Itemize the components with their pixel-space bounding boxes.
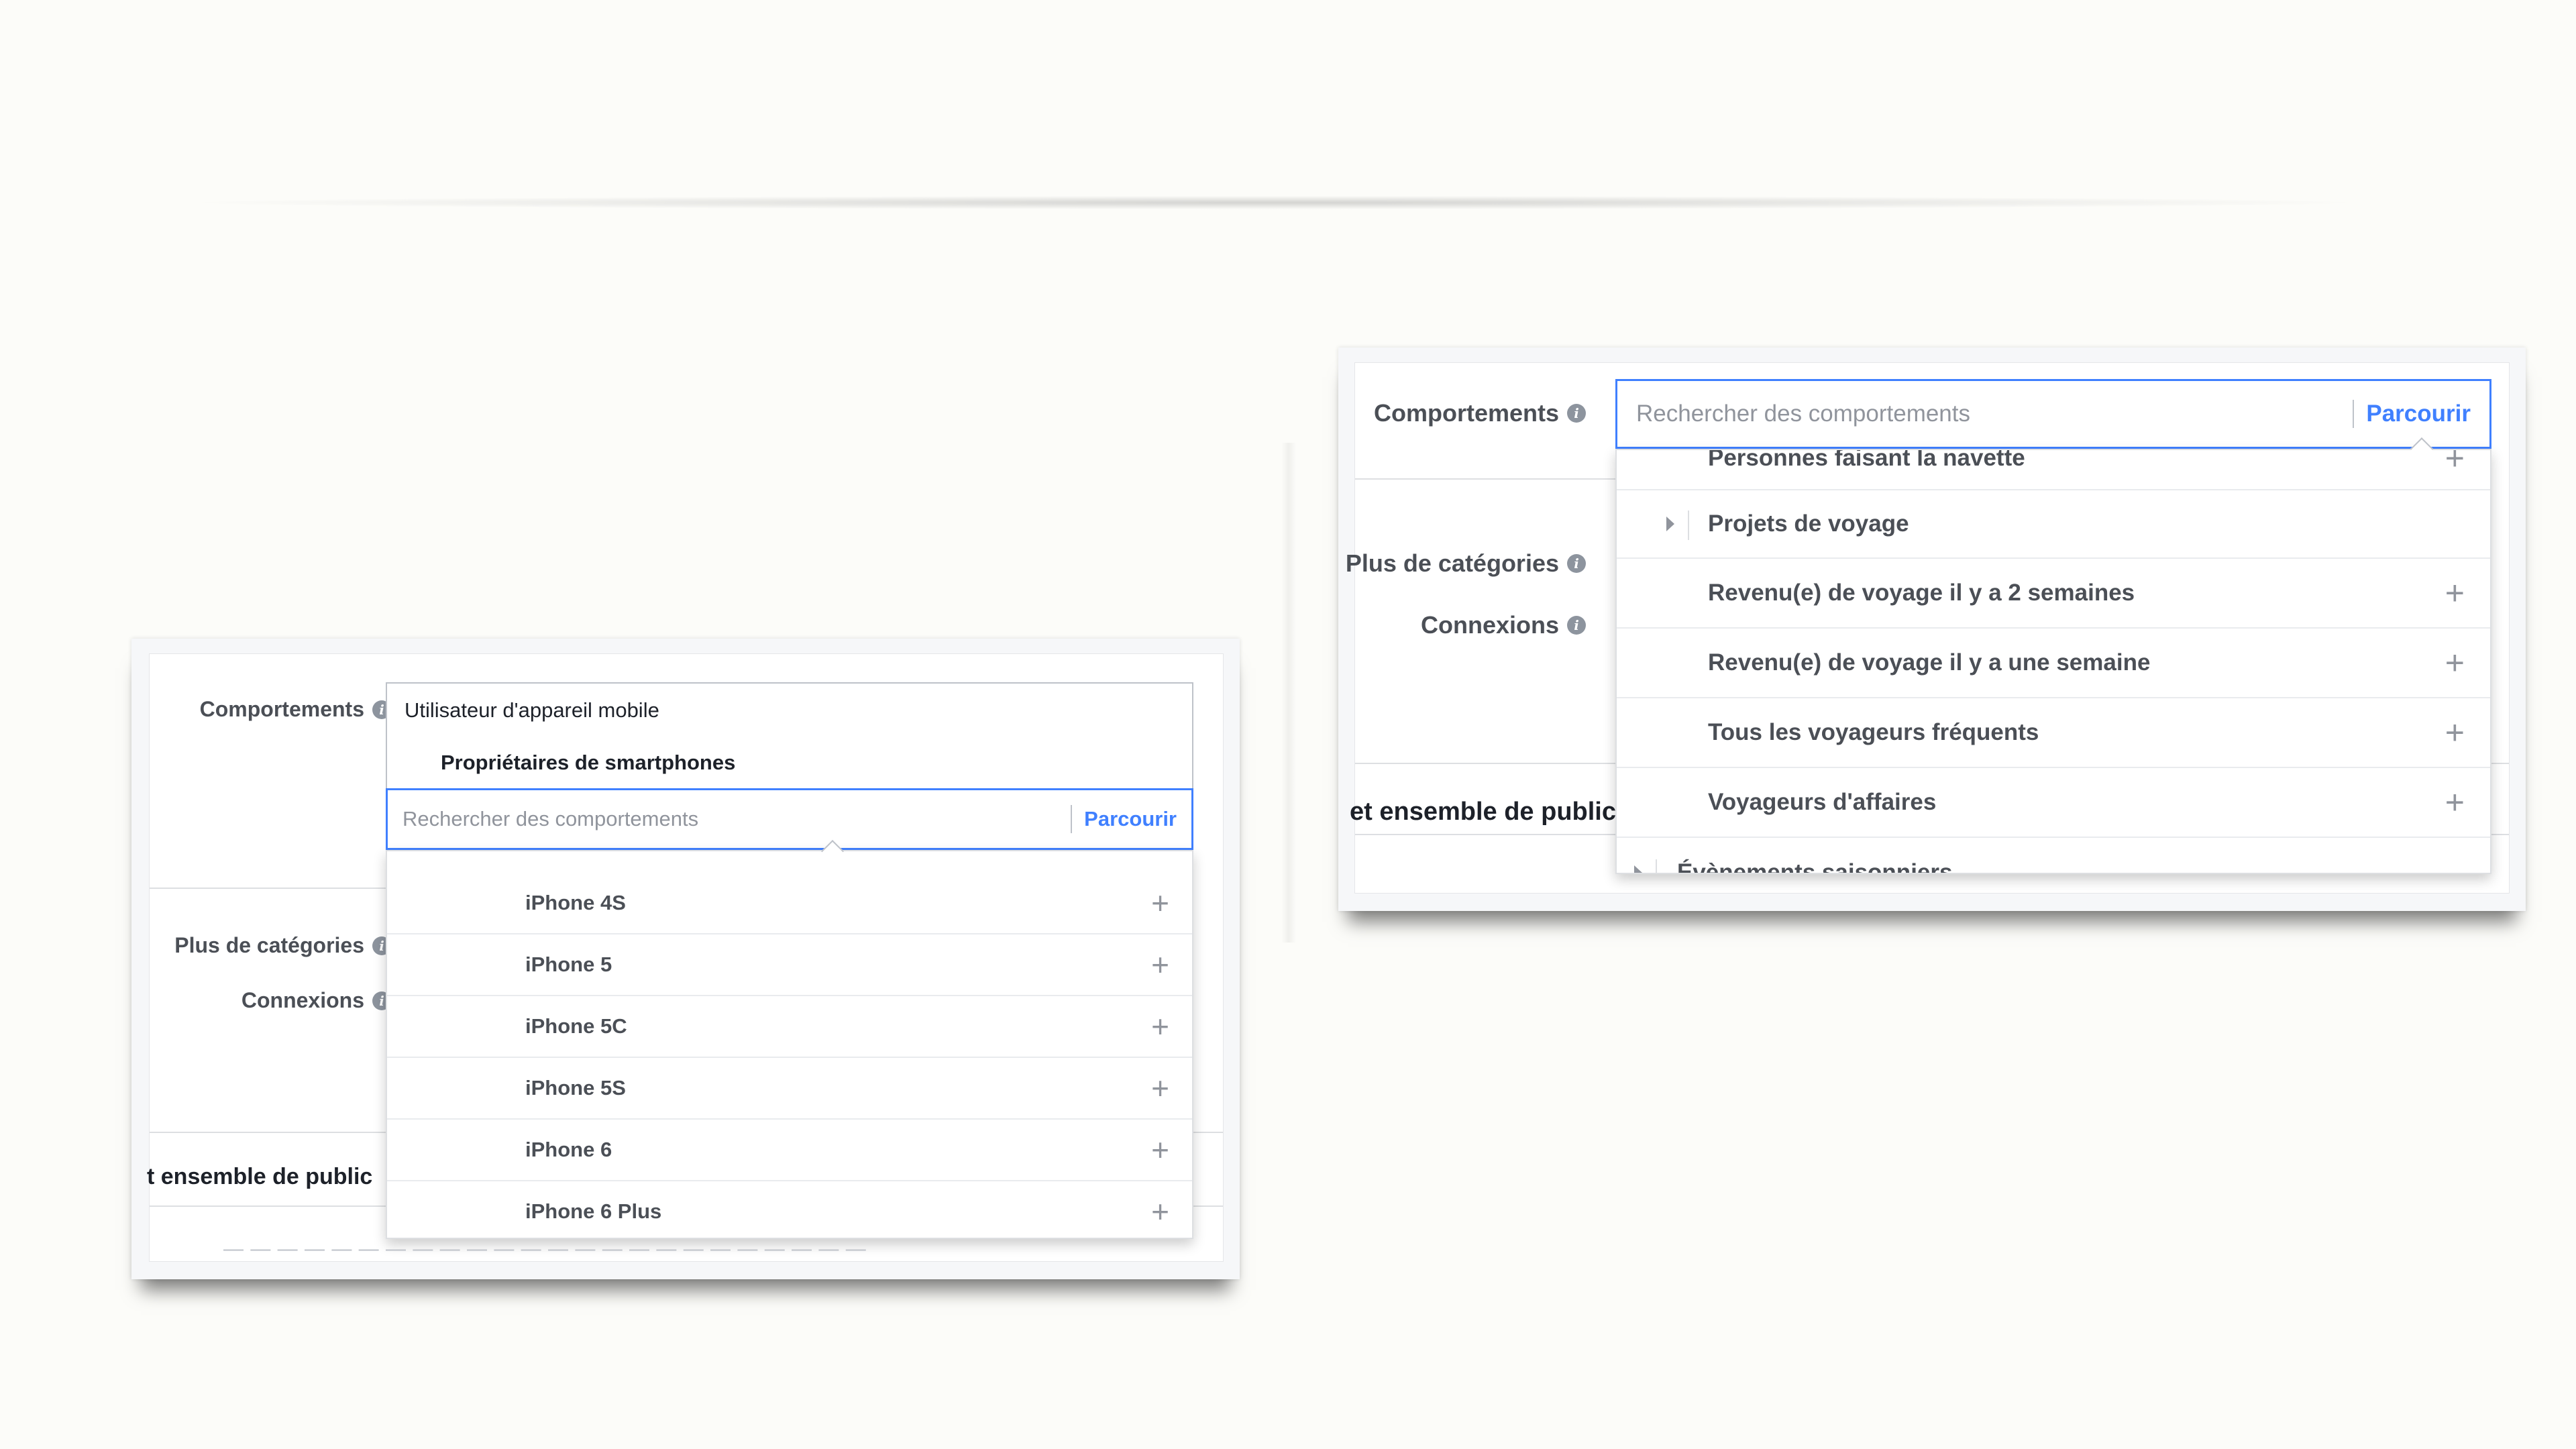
plus-icon[interactable]: + bbox=[2445, 713, 2465, 752]
triangle-right-icon[interactable] bbox=[1666, 517, 1674, 531]
search-input[interactable]: Rechercher des comportements Parcourir bbox=[386, 788, 1193, 850]
left-form-panel: Comportements i Plus de catégories i Con… bbox=[147, 653, 1224, 1262]
plus-icon[interactable]: + bbox=[1151, 1070, 1169, 1106]
list-item[interactable]: iPhone 6 Plus + bbox=[387, 1181, 1192, 1238]
more-categories-label: Plus de catégories i bbox=[1346, 549, 1586, 578]
connections-label: Connexions i bbox=[1421, 611, 1586, 639]
plus-icon[interactable]: + bbox=[2445, 643, 2465, 682]
selected-behaviors-box: Utilisateur d'appareil mobile Propriétai… bbox=[386, 682, 1193, 790]
list-item[interactable]: Revenu(e) de voyage il y a 2 semaines + bbox=[1617, 559, 2490, 629]
audience-label: et ensemble de public bbox=[1350, 798, 1616, 826]
behaviors-label: Comportements i bbox=[200, 697, 391, 722]
browse-button[interactable]: Parcourir bbox=[2366, 400, 2471, 427]
search-separator bbox=[1071, 805, 1073, 833]
more-categories-label: Plus de catégories i bbox=[174, 933, 391, 958]
browse-button[interactable]: Parcourir bbox=[1084, 807, 1177, 831]
plus-icon[interactable]: + bbox=[1151, 1132, 1169, 1168]
behaviors-dropdown: Personnes faisant la navette + Projets d… bbox=[1615, 449, 2491, 874]
plus-icon[interactable]: + bbox=[2445, 574, 2465, 612]
list-item[interactable]: Personnes faisant la navette + bbox=[1617, 450, 2490, 490]
tree-separator bbox=[1688, 511, 1689, 540]
list-item[interactable]: iPhone 6 + bbox=[387, 1120, 1192, 1181]
top-shadow bbox=[201, 196, 2348, 209]
behaviors-dropdown: iPhone 4S + iPhone 5 + iPhone 5C + iPhon… bbox=[386, 850, 1193, 1239]
token-category: Utilisateur d'appareil mobile bbox=[405, 698, 659, 722]
info-icon[interactable]: i bbox=[1567, 554, 1586, 573]
token-selected[interactable]: Propriétaires de smartphones bbox=[441, 751, 735, 775]
plus-icon[interactable]: + bbox=[2445, 783, 2465, 822]
list-item[interactable]: Voyageurs d'affaires + bbox=[1617, 768, 2490, 838]
triangle-right-icon[interactable] bbox=[1634, 865, 1642, 873]
plus-icon[interactable]: + bbox=[1151, 1193, 1169, 1230]
list-item[interactable]: iPhone 5S + bbox=[387, 1058, 1192, 1120]
connections-label: Connexions i bbox=[241, 988, 391, 1013]
row-divider bbox=[150, 888, 398, 889]
behaviors-label: Comportements i bbox=[1374, 399, 1586, 427]
list-item[interactable]: Tous les voyageurs fréquents + bbox=[1617, 698, 2490, 768]
plus-icon[interactable]: + bbox=[1151, 947, 1169, 983]
left-screenshot: Comportements i Plus de catégories i Con… bbox=[131, 639, 1240, 1279]
plus-icon[interactable]: + bbox=[1151, 885, 1169, 921]
cut-off-row: — — — — — — — — — — — — — — — — — — — — … bbox=[223, 1238, 867, 1260]
info-icon[interactable]: i bbox=[1567, 404, 1586, 423]
vertical-divider bbox=[1281, 443, 1296, 943]
list-item[interactable]: Projets de voyage bbox=[1617, 490, 2490, 559]
search-input[interactable]: Rechercher des comportements Parcourir bbox=[1615, 379, 2491, 449]
plus-icon[interactable]: + bbox=[2445, 450, 2465, 478]
search-separator bbox=[2353, 400, 2355, 428]
audience-label: t ensemble de public bbox=[147, 1164, 373, 1189]
search-placeholder: Rechercher des comportements bbox=[1636, 400, 1970, 427]
list-item[interactable]: Revenu(e) de voyage il y a une semaine + bbox=[1617, 629, 2490, 698]
search-placeholder: Rechercher des comportements bbox=[402, 807, 699, 830]
list-item[interactable]: Évènements saisonniers bbox=[1617, 838, 2490, 873]
right-form-panel: Comportements i Plus de catégories i Con… bbox=[1346, 362, 2510, 894]
info-icon[interactable]: i bbox=[1567, 616, 1586, 635]
list-item[interactable]: iPhone 5C + bbox=[387, 996, 1192, 1058]
list-item[interactable]: iPhone 4S + bbox=[387, 873, 1192, 934]
plus-icon[interactable]: + bbox=[1151, 1008, 1169, 1044]
right-screenshot: Comportements i Plus de catégories i Con… bbox=[1338, 347, 2526, 911]
row-divider bbox=[1355, 478, 1623, 480]
tree-separator bbox=[1656, 859, 1657, 873]
list-item[interactable]: iPhone 5 + bbox=[387, 934, 1192, 996]
